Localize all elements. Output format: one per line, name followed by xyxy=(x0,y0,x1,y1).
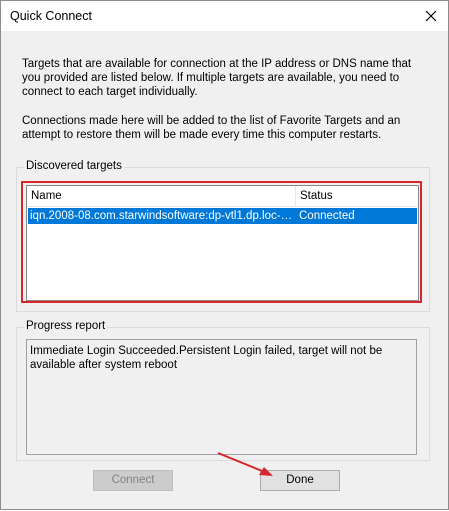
discovered-targets-label: Discovered targets xyxy=(24,160,124,172)
description-paragraph-1: Targets that are available for connectio… xyxy=(22,58,412,98)
description-paragraph-2: Connections made here will be added to t… xyxy=(22,115,401,141)
done-button[interactable]: Done xyxy=(260,470,340,491)
annotation-highlight-box xyxy=(21,181,422,303)
progress-report-text: Immediate Login Succeeded.Persistent Log… xyxy=(26,339,417,455)
connect-button[interactable]: Connect xyxy=(93,470,173,491)
close-icon[interactable] xyxy=(420,5,442,27)
title-bar: Quick Connect xyxy=(1,1,448,31)
progress-report-label: Progress report xyxy=(24,320,108,332)
window-title: Quick Connect xyxy=(10,9,92,23)
quick-connect-dialog: Quick Connect Targets that are available… xyxy=(0,0,449,510)
